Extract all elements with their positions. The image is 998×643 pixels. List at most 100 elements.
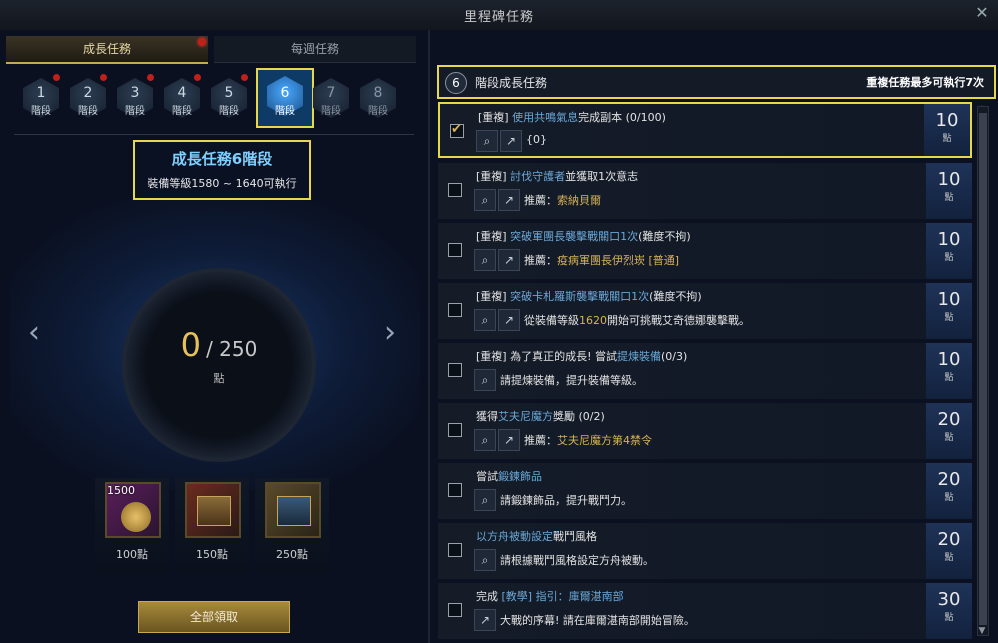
- quest-subtitle: 從裝備等級1620開始可挑戰艾奇德娜襲擊戰。: [524, 314, 750, 327]
- stage-label: 階段: [368, 106, 388, 117]
- quest-points: 20 點: [926, 463, 972, 519]
- stage-quest-header: 6 階段成長任務 重複任務最多可執行7次: [437, 65, 996, 99]
- claim-all-button[interactable]: 全部領取: [138, 601, 290, 633]
- scroll-down-icon[interactable]: ▼: [975, 626, 989, 636]
- quest-checkbox[interactable]: [448, 603, 462, 617]
- quest-points: 10 點: [926, 343, 972, 399]
- quest-row[interactable]: 嘗試鍛鍊飾品 ⌕ 請鍛鍊飾品，提升戰鬥力。 20 點: [438, 463, 972, 519]
- quest-row[interactable]: 完成 [教學] 指引：庫爾湛南部 ↗ 大戰的序幕! 請在庫爾湛南部開始冒險。 3…: [438, 583, 972, 639]
- quest-points: 30 點: [926, 583, 972, 639]
- notification-dot-icon: [147, 74, 154, 81]
- progress-total: / 250: [206, 337, 258, 361]
- quest-subtitle: 推薦：艾夫尼魔方第4禁令: [524, 434, 652, 447]
- stage-3-button[interactable]: 3 階段: [114, 74, 156, 124]
- reward-150[interactable]: 150點: [175, 478, 249, 573]
- notification-dot-icon: [241, 74, 248, 81]
- search-icon[interactable]: ⌕: [474, 369, 496, 391]
- stage-1-button[interactable]: 1 階段: [20, 74, 62, 124]
- quest-subtitle: {0}: [526, 133, 547, 146]
- stage-heading: 成長任務6階段: [171, 150, 273, 168]
- search-icon[interactable]: ⌕: [474, 429, 496, 451]
- search-icon[interactable]: ⌕: [474, 489, 496, 511]
- search-icon[interactable]: ⌕: [474, 549, 496, 571]
- quest-list: [重複] 使用共鳴氣息完成副本 (0/100) ⌕ ↗ {0} 10點 [重複]…: [438, 102, 972, 643]
- window-title: 里程碑任務: [463, 10, 534, 25]
- stage-quest-title: 階段成長任務: [475, 76, 548, 90]
- stage-5-button[interactable]: 5 階段: [208, 74, 250, 124]
- quest-row[interactable]: 以方舟被動設定戰鬥風格 ⌕ 請根據戰鬥風格設定方舟被動。 20 點: [438, 523, 972, 579]
- next-stage-arrow-icon[interactable]: ›: [380, 318, 400, 348]
- progress-current: 0: [180, 326, 201, 364]
- quest-subtitle: 請鍛鍊飾品，提升戰鬥力。: [500, 494, 632, 507]
- quest-subtitle: 推薦：索納貝爾: [524, 194, 601, 207]
- quest-checkbox[interactable]: [450, 122, 464, 138]
- quest-row[interactable]: 獲得艾夫尼魔方獎勵 (0/2) ⌕ ↗ 推薦：艾夫尼魔方第4禁令 20 點: [438, 403, 972, 459]
- quest-points: 10 點: [926, 163, 972, 219]
- reward-250[interactable]: 250點: [255, 478, 329, 573]
- quest-points: 10 點: [926, 283, 972, 339]
- reward-slot: [265, 482, 321, 538]
- quest-checkbox[interactable]: [448, 363, 462, 377]
- repeat-note: 重複任務最多可執行7次: [866, 76, 984, 89]
- notification-dot-icon: [100, 74, 107, 81]
- shortcut-icon[interactable]: ↗: [498, 309, 520, 331]
- scrollbar-thumb[interactable]: [979, 113, 987, 625]
- quest-title: [重複] 突破軍團長襲擊戰關口1次(難度不拘): [476, 230, 691, 243]
- quest-row[interactable]: [重複] 突破軍團長襲擊戰關口1次(難度不拘) ⌕ ↗ 推薦：疫病軍團長伊烈崁 …: [438, 223, 972, 279]
- quest-checkbox[interactable]: [448, 183, 462, 197]
- reward-row: 1500 100點 150點 250點: [95, 478, 340, 573]
- quest-checkbox[interactable]: [448, 543, 462, 557]
- search-icon[interactable]: ⌕: [474, 249, 496, 271]
- quest-checkbox[interactable]: [448, 423, 462, 437]
- quest-subtitle: 請提煉裝備，提升裝備等級。: [500, 374, 643, 387]
- scrollbar[interactable]: [977, 106, 989, 636]
- quest-checkbox[interactable]: [448, 483, 462, 497]
- prev-stage-arrow-icon[interactable]: ‹: [24, 318, 44, 348]
- quest-checkbox[interactable]: [448, 303, 462, 317]
- shortcut-icon[interactable]: ↗: [500, 130, 522, 152]
- quest-row[interactable]: [重複] 突破卡札羅斯襲擊戰關口1次(難度不拘) ⌕ ↗ 從裝備等級1620開始…: [438, 283, 972, 339]
- stage-label: 階段: [78, 106, 98, 117]
- stage-number: 1: [36, 85, 46, 101]
- stage-requirement: 裝備等級1580 ~ 1640可執行: [147, 177, 297, 190]
- search-icon[interactable]: ⌕: [474, 309, 496, 331]
- stage-7-button[interactable]: 7 階段: [310, 74, 352, 124]
- quest-subtitle: 推薦：疫病軍團長伊烈崁 [普通]: [524, 254, 680, 267]
- stage-4-button[interactable]: 4 階段: [161, 74, 203, 124]
- quest-subtitle: 大戰的序幕! 請在庫爾湛南部開始冒險。: [500, 614, 695, 627]
- shortcut-icon[interactable]: ↗: [498, 429, 520, 451]
- tab-growth-quest[interactable]: 成長任務: [6, 36, 208, 64]
- quest-points: 20 點: [926, 403, 972, 459]
- quest-title: [重複] 討伐守護者並獲取1次意志: [476, 170, 639, 183]
- search-icon[interactable]: ⌕: [476, 130, 498, 152]
- quest-row[interactable]: [重複] 討伐守護者並獲取1次意志 ⌕ ↗ 推薦：索納貝爾 10 點: [438, 163, 972, 219]
- tab-weekly-quest[interactable]: 每週任務: [214, 36, 416, 63]
- stage-info-box: 成長任務6階段 裝備等級1580 ~ 1640可執行: [133, 140, 311, 200]
- reward-points: 100點: [116, 548, 148, 561]
- close-icon[interactable]: ✕: [974, 5, 990, 21]
- quest-row[interactable]: [重複] 使用共鳴氣息完成副本 (0/100) ⌕ ↗ {0} 10點: [438, 102, 972, 158]
- shortcut-icon[interactable]: ↗: [474, 609, 496, 631]
- stage-6-button[interactable]: 6 階段: [256, 68, 314, 128]
- stage-label: 階段: [321, 106, 341, 117]
- stage-8-button[interactable]: 8 階段: [357, 74, 399, 124]
- stage-label: 階段: [125, 106, 145, 117]
- reward-points: 150點: [196, 548, 228, 561]
- quest-title: [重複] 為了真正的成長! 嘗試提煉裝備(0/3): [476, 350, 688, 363]
- stage-badge: 6: [445, 72, 467, 94]
- shortcut-icon[interactable]: ↗: [498, 189, 520, 211]
- quest-checkbox[interactable]: [448, 243, 462, 257]
- quest-row[interactable]: [重複] 為了真正的成長! 嘗試提煉裝備(0/3) ⌕ 請提煉裝備，提升裝備等級…: [438, 343, 972, 399]
- progress-unit: 點: [213, 372, 225, 385]
- stage-number: 7: [326, 85, 336, 101]
- shortcut-icon[interactable]: ↗: [498, 249, 520, 271]
- stage-selector: 1 階段 2 階段 3 階段 4 階段 5 階段 6 階段 7 階段 8 階段: [20, 68, 420, 128]
- search-icon[interactable]: ⌕: [474, 189, 496, 211]
- stage-label: 階段: [172, 106, 192, 117]
- quest-title: 獲得艾夫尼魔方獎勵 (0/2): [476, 410, 605, 423]
- right-panel: 6 階段成長任務 重複任務最多可執行7次 [重複] 使用共鳴氣息完成副本 (0/…: [430, 30, 998, 643]
- reward-100[interactable]: 1500 100點: [95, 478, 169, 573]
- stage-label: 階段: [275, 106, 295, 117]
- stage-2-button[interactable]: 2 階段: [67, 74, 109, 124]
- title-bar: 里程碑任務 ✕: [0, 0, 998, 31]
